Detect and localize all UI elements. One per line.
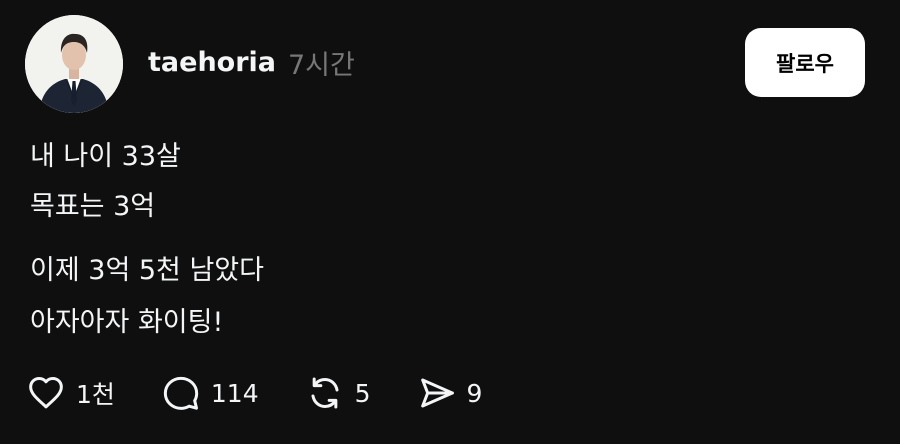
avatar[interactable]: [25, 15, 123, 113]
thread-post: taehoria 7시간 팔로우 내 나이 33살 목표는 3억 이제 3억 5…: [0, 0, 900, 444]
heart-icon: [29, 377, 63, 409]
follow-button[interactable]: 팔로우: [745, 28, 865, 97]
comment-button[interactable]: 114: [161, 373, 259, 413]
send-icon: [420, 378, 454, 408]
post-timestamp[interactable]: 7시간: [288, 43, 355, 82]
post-text-line: 아자아자 화이팅!: [30, 307, 224, 338]
action-bar: 1천 114 5 9: [26, 371, 482, 415]
post-header: taehoria 7시간: [148, 42, 355, 82]
repost-count: 5: [354, 378, 371, 408]
profile-photo-icon: [25, 15, 123, 113]
like-button[interactable]: 1천: [26, 373, 115, 413]
post-text-line: 내 나이 33살: [30, 141, 181, 172]
speech-bubble-icon: [163, 376, 199, 410]
author-username[interactable]: taehoria: [148, 47, 276, 78]
comment-count: 114: [210, 378, 259, 408]
repost-button[interactable]: 5: [305, 373, 371, 413]
share-button[interactable]: 9: [417, 373, 483, 413]
post-text-line: 목표는 3억: [30, 191, 156, 222]
repost-arrows-icon: [311, 377, 339, 409]
share-count: 9: [466, 378, 483, 408]
post-text-line: 이제 3억 5천 남았다: [30, 255, 264, 286]
like-count: 1천: [76, 380, 115, 409]
